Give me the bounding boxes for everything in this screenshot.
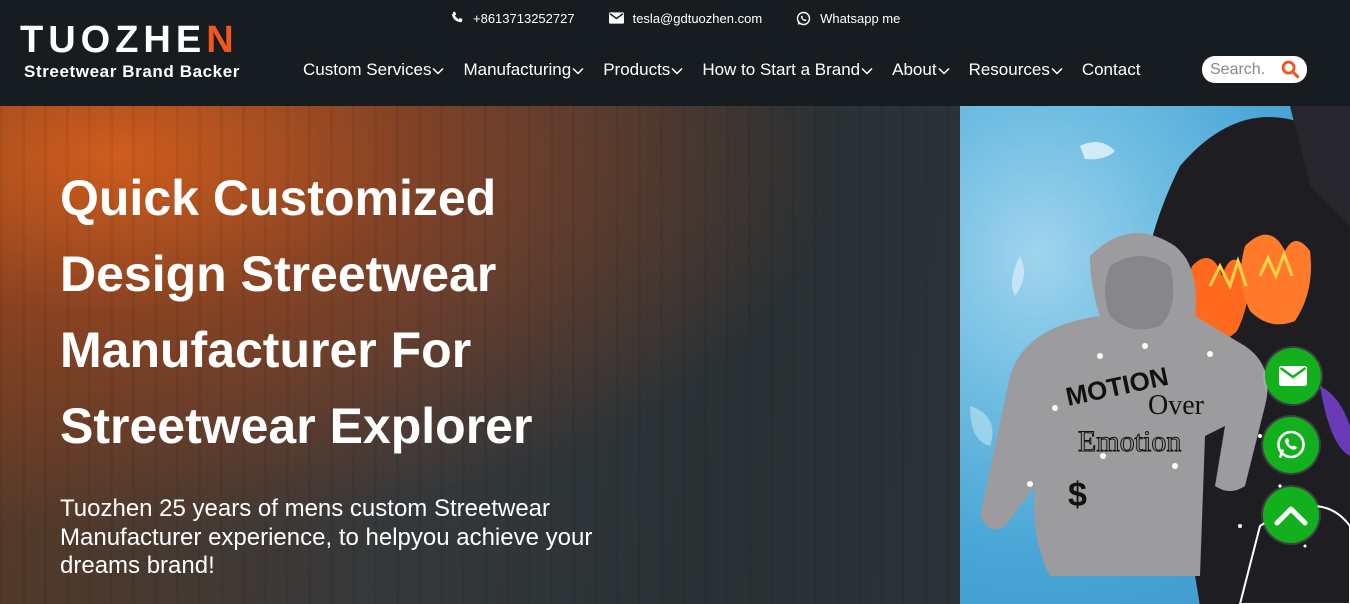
nav-label: Resources <box>968 60 1050 79</box>
contact-topbar: +8613713252727 tesla@gdtuozhen.com Whats… <box>450 9 934 27</box>
chevron-down-icon <box>671 67 683 75</box>
hero-title-line: Manufacturer For <box>60 322 472 378</box>
logo-wordmark: TUOZHEN <box>20 19 239 61</box>
hero-banner: Quick Customized Design Streetwear Manuf… <box>0 106 1350 604</box>
nav-how-to-start-a-brand[interactable]: How to Start a Brand <box>702 60 873 80</box>
search-icon[interactable] <box>1281 60 1300 79</box>
chevron-down-icon <box>432 67 445 75</box>
logo-tagline: Streetwear Brand Backer <box>24 62 241 81</box>
envelope-icon <box>608 12 624 24</box>
hoodie-text-dollar: $ <box>1068 476 1087 514</box>
envelope-icon <box>1279 366 1307 386</box>
site-header: TUOZHEN Streetwear Brand Backer +8613713… <box>0 0 1350 106</box>
hero-title-line: Design Streetwear <box>60 246 497 302</box>
nav-label: Custom Services <box>303 60 432 79</box>
email-float-button[interactable] <box>1265 348 1321 404</box>
nav-label: Contact <box>1081 60 1141 79</box>
main-nav: Custom Services Manufacturing Products H… <box>303 60 1159 80</box>
hoodie-text-emotion: Emotion <box>1078 425 1181 458</box>
nav-products[interactable]: Products <box>603 60 683 80</box>
phone-number: +8613713252727 <box>473 10 575 26</box>
nav-label: About <box>892 60 937 79</box>
phone-link[interactable]: +8613713252727 <box>450 11 575 26</box>
whatsapp-link[interactable]: Whatsapp me <box>796 11 900 26</box>
search-input[interactable] <box>1210 60 1282 79</box>
nav-resources[interactable]: Resources <box>969 60 1063 80</box>
phone-icon <box>452 11 463 23</box>
chevron-up-icon <box>1274 506 1308 526</box>
nav-contact[interactable]: Contact <box>1082 60 1141 80</box>
email-link[interactable]: tesla@gdtuozhen.com <box>608 10 763 26</box>
nav-label: Products <box>603 60 671 79</box>
chevron-down-icon <box>572 67 584 75</box>
chevron-down-icon <box>1051 67 1063 75</box>
hero-title-line: Quick Customized <box>60 170 497 226</box>
hero-title: Quick Customized Design Streetwear Manuf… <box>60 160 660 464</box>
search-box <box>1202 56 1307 83</box>
hoodie-text-over: Over <box>1148 390 1205 421</box>
whatsapp-float-button[interactable] <box>1263 417 1319 473</box>
nav-about[interactable]: About <box>892 60 950 80</box>
nav-custom-services[interactable]: Custom Services <box>303 60 445 80</box>
logo[interactable]: TUOZHEN Streetwear Brand Backer <box>20 20 270 86</box>
scroll-top-button[interactable] <box>1263 487 1319 543</box>
whatsapp-icon <box>1277 430 1305 459</box>
nav-label: Manufacturing <box>463 60 572 79</box>
email-address: tesla@gdtuozhen.com <box>632 10 763 26</box>
nav-label: How to Start a Brand <box>702 60 861 79</box>
chevron-down-icon <box>938 67 950 75</box>
whatsapp-icon <box>796 11 811 25</box>
hero-title-line: Streetwear Explorer <box>60 398 533 454</box>
chevron-down-icon <box>861 67 873 75</box>
nav-manufacturing[interactable]: Manufacturing <box>463 60 584 80</box>
whatsapp-label: Whatsapp me <box>820 10 901 26</box>
hero-subtitle: Tuozhen 25 years of mens custom Streetwe… <box>60 495 593 579</box>
